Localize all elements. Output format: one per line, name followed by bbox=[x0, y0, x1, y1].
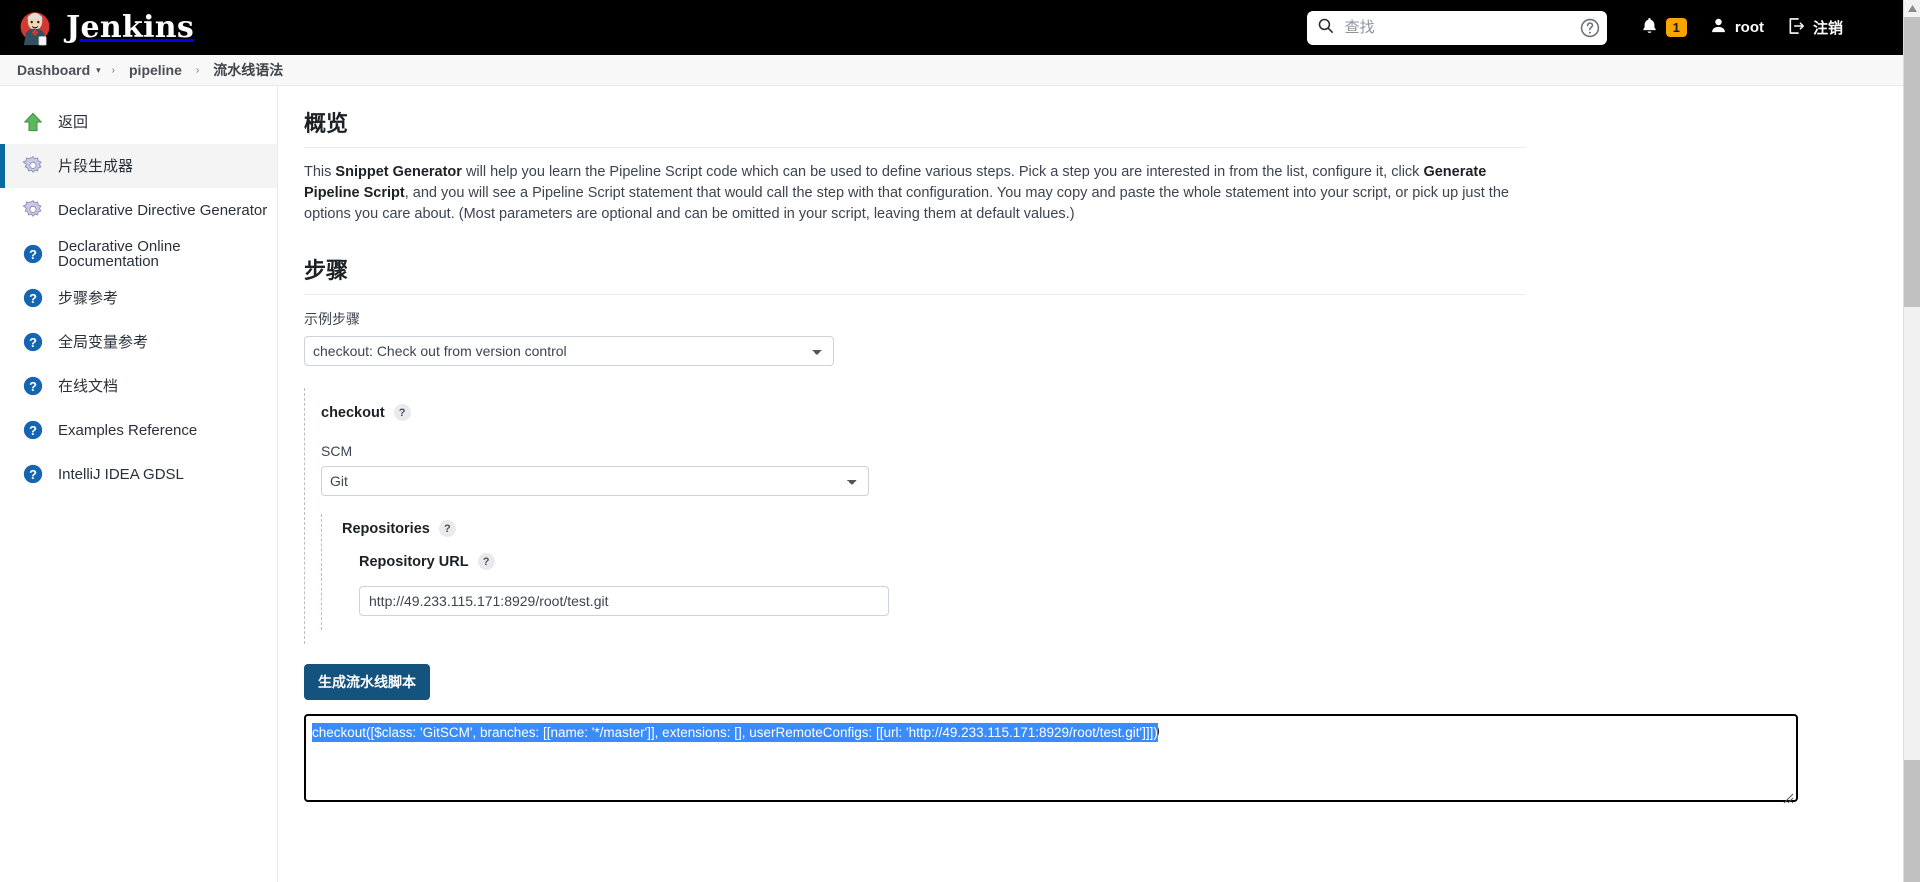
generated-script-textarea[interactable] bbox=[304, 714, 1798, 802]
bell-icon bbox=[1640, 16, 1659, 39]
scrollbar-up-arrow-icon[interactable] bbox=[1904, 0, 1920, 17]
breadcrumb-item-current: 流水线语法 bbox=[213, 62, 284, 78]
sample-step-label: 示例步骤 bbox=[304, 311, 360, 327]
gear-icon bbox=[22, 199, 44, 221]
user-menu-button[interactable]: root bbox=[1698, 0, 1775, 55]
jenkins-home-link[interactable]: Jenkins bbox=[14, 0, 194, 55]
question-circle-icon[interactable] bbox=[1579, 17, 1601, 39]
logout-label: 注销 bbox=[1812, 20, 1843, 37]
jenkins-butler-logo-icon bbox=[14, 7, 56, 49]
overview-bold-1: Snippet Generator bbox=[335, 164, 462, 180]
sidebar-item-online-documentation[interactable]: ? 在线文档 bbox=[0, 364, 277, 408]
help-icon[interactable]: ? bbox=[477, 553, 495, 570]
scrollbar-thumb[interactable] bbox=[1904, 17, 1920, 307]
search-input[interactable] bbox=[1342, 18, 1543, 37]
sidebar-item-label: Declarative Online Documentation bbox=[58, 238, 181, 270]
svg-text:?: ? bbox=[29, 335, 37, 350]
page-body: 返回 片段生成器 Declarative Directive Generator bbox=[0, 86, 1920, 882]
sidebar-item-label: 全局变量参考 bbox=[58, 333, 149, 351]
sidebar-item-label: 返回 bbox=[58, 113, 89, 131]
logout-button[interactable]: 注销 bbox=[1775, 0, 1854, 55]
generated-script-wrapper: checkout([$class: 'GitSCM', branches: [[… bbox=[304, 714, 1798, 807]
help-icon: ? bbox=[22, 243, 44, 265]
help-icon: ? bbox=[22, 375, 44, 397]
notification-count-badge: 1 bbox=[1665, 18, 1687, 37]
sidebar-item-label: IntelliJ IDEA GDSL bbox=[58, 465, 184, 483]
repositories-title-label: Repositories bbox=[342, 520, 430, 537]
person-icon bbox=[1709, 16, 1728, 39]
help-icon: ? bbox=[22, 287, 44, 309]
overview-text-2: will help you learn the Pipeline Script … bbox=[461, 164, 1424, 180]
sample-step-select[interactable]: checkout: Check out from version control bbox=[304, 336, 834, 366]
overview-title: 概览 bbox=[304, 111, 349, 136]
svg-text:?: ? bbox=[29, 379, 37, 394]
sidebar-item-snippet-generator[interactable]: 片段生成器 bbox=[0, 144, 277, 188]
repositories-block-title: Repositories ? bbox=[342, 520, 1890, 537]
sidebar-item-declarative-online-documentation[interactable]: ? Declarative Online Documentation bbox=[0, 232, 277, 276]
svg-text:?: ? bbox=[29, 467, 37, 482]
sidebar-item-step-reference[interactable]: ? 步骤参考 bbox=[0, 276, 277, 320]
breadcrumb-item-pipeline[interactable]: pipeline bbox=[126, 60, 185, 80]
logout-icon bbox=[1786, 16, 1806, 40]
repository-url-input[interactable] bbox=[359, 586, 889, 616]
overview-text-1: This bbox=[304, 164, 336, 180]
help-icon[interactable]: ? bbox=[393, 404, 411, 421]
breadcrumb-item-dashboard[interactable]: Dashboard bbox=[14, 60, 93, 80]
overview-text-3: , and you will see a Pipeline Script sta… bbox=[304, 185, 1509, 222]
chevron-down-icon[interactable]: ▾ bbox=[96, 65, 101, 76]
svg-text:?: ? bbox=[29, 423, 37, 438]
steps-title: 步骤 bbox=[304, 258, 349, 283]
breadcrumb-separator: › bbox=[195, 64, 200, 76]
overview-divider bbox=[304, 147, 1526, 148]
up-arrow-icon bbox=[22, 111, 44, 133]
main-content: 概览 This Snippet Generator will help you … bbox=[278, 86, 1920, 882]
breadcrumb-separator: › bbox=[111, 64, 115, 76]
sidebar-item-label: Declarative Directive Generator bbox=[58, 201, 268, 219]
steps-divider bbox=[304, 294, 1526, 295]
scrollbar-thumb-lower[interactable] bbox=[1904, 760, 1920, 882]
repository-url-title: Repository URL ? bbox=[359, 553, 1890, 570]
sidebar-item-declarative-directive-generator[interactable]: Declarative Directive Generator bbox=[0, 188, 277, 232]
brand-title: Jenkins bbox=[66, 10, 195, 45]
sidebar-item-label: 在线文档 bbox=[58, 377, 119, 395]
page-scrollbar[interactable] bbox=[1903, 0, 1920, 882]
search-box[interactable] bbox=[1306, 10, 1607, 45]
sidebar-item-label: 步骤参考 bbox=[58, 289, 119, 307]
generate-pipeline-script-button[interactable]: 生成流水线脚本 bbox=[304, 664, 430, 700]
scm-select[interactable]: Git bbox=[321, 466, 869, 496]
sidebar-item-examples-reference[interactable]: ? Examples Reference bbox=[0, 408, 277, 452]
checkout-title-label: checkout bbox=[321, 404, 385, 421]
overview-description: This Snippet Generator will help you lea… bbox=[304, 162, 1526, 225]
help-icon: ? bbox=[22, 463, 44, 485]
svg-text:?: ? bbox=[29, 291, 37, 306]
notifications-button[interactable]: 1 bbox=[1629, 0, 1698, 55]
breadcrumb: Dashboard ▾ › pipeline › 流水线语法 bbox=[0, 55, 1920, 86]
sidebar-item-label: 片段生成器 bbox=[58, 157, 134, 175]
app-header: Jenkins 查找 1 root 注销 bbox=[0, 0, 1920, 55]
svg-text:?: ? bbox=[29, 247, 37, 262]
gear-icon bbox=[22, 155, 44, 177]
scm-label: SCM bbox=[321, 443, 353, 459]
repository-url-label: Repository URL bbox=[359, 553, 469, 570]
repositories-block: Repositories ? Repository URL ? bbox=[321, 514, 1890, 630]
sidebar-item-back[interactable]: 返回 bbox=[0, 100, 277, 144]
sidebar-item-intellij-idea-gdsl[interactable]: ? IntelliJ IDEA GDSL bbox=[0, 452, 277, 496]
help-icon: ? bbox=[22, 331, 44, 353]
header-right-group: 1 root 注销 bbox=[1306, 0, 1854, 55]
sidebar-item-label: Examples Reference bbox=[58, 421, 198, 439]
sidebar: 返回 片段生成器 Declarative Directive Generator bbox=[0, 86, 278, 882]
help-icon[interactable]: ? bbox=[438, 520, 456, 537]
sidebar-item-global-variable-reference[interactable]: ? 全局变量参考 bbox=[0, 320, 277, 364]
help-icon: ? bbox=[22, 419, 44, 441]
search-icon bbox=[1317, 17, 1334, 39]
checkout-block-title: checkout ? bbox=[321, 404, 1890, 421]
checkout-block: checkout ? SCM Git Repositories ? Reposi… bbox=[304, 388, 1890, 644]
user-name-label: root bbox=[1734, 19, 1764, 36]
